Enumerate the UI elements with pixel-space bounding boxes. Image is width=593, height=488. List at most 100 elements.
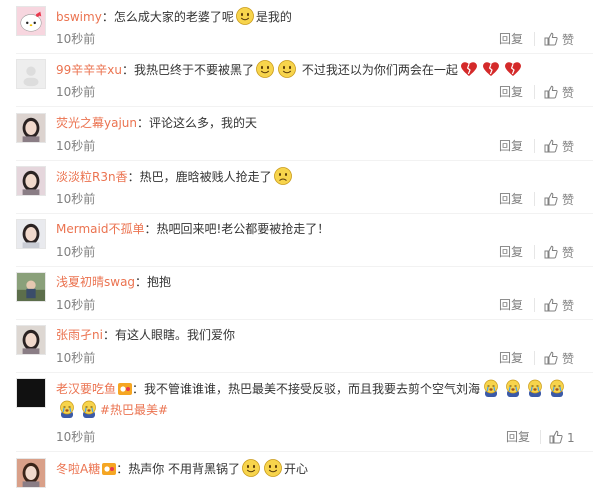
avatar[interactable] — [16, 219, 46, 249]
smile-face-icon — [241, 458, 261, 478]
avatar[interactable] — [16, 6, 46, 36]
comment-text: ：我不管谁谁谁，热巴最美不接受反驳，而且我要去剪个空气刘海 — [132, 382, 481, 396]
comment-text: ：抱抱 — [135, 275, 172, 289]
like-count: 1 — [567, 431, 575, 445]
thumbs-up-icon — [544, 139, 558, 153]
username-link[interactable]: 淡淡粒R3n香 — [56, 170, 128, 184]
comment-text: 不过我还以为你们两会在一起 — [298, 63, 458, 77]
comment-text: 开心 — [284, 462, 309, 476]
thumbs-up-icon — [544, 245, 558, 259]
username-link[interactable]: 99辛辛辛xu — [56, 63, 122, 77]
like-label: 赞 — [562, 140, 575, 154]
timestamp: 10秒前 — [56, 245, 96, 259]
comment-divider — [16, 451, 593, 452]
thumbs-up-icon — [544, 298, 558, 312]
like-button[interactable]: 赞 — [544, 85, 574, 100]
comment-text: ：我热巴终于不要被黑了 — [121, 63, 254, 77]
like-button[interactable]: 赞 — [544, 298, 574, 313]
username-link[interactable]: bswimy — [56, 10, 102, 24]
divider-line — [540, 430, 541, 444]
like-button[interactable]: 赞 — [544, 192, 574, 207]
divider-line — [534, 139, 535, 153]
like-button[interactable]: 赞 — [544, 139, 574, 154]
thumbs-up-icon — [544, 32, 558, 46]
like-button[interactable]: 赞 — [544, 32, 574, 47]
like-button[interactable]: 1 — [549, 430, 575, 445]
crying-face-icon — [547, 378, 567, 398]
broken-heart-icon — [481, 59, 501, 79]
comment-body: Mermaid不孤单：热吧回来吧!老公都要被抢走了！ — [56, 219, 576, 239]
vip-badge-icon — [118, 383, 133, 395]
comment-body: 张雨孑ni：有这人眼瞎。我们爱你 — [56, 325, 576, 345]
timestamp: 10秒前 — [56, 85, 96, 99]
comment-divider — [16, 319, 593, 320]
avatar[interactable] — [16, 59, 46, 89]
reply-button[interactable]: 回复 — [499, 32, 523, 46]
comment-body: 99辛辛辛xu：我热巴终于不要被黑了 不过我还以为你们两会在一起 — [56, 59, 576, 80]
reply-button[interactable]: 回复 — [499, 192, 523, 206]
comment-feed: bswimy：怎么成大家的老婆了呢 是我的 10秒前 回复赞 99辛辛辛xu：我热巴终于… — [0, 0, 593, 488]
comment-body: bswimy：怎么成大家的老婆了呢 是我的 — [56, 6, 576, 27]
avatar[interactable] — [16, 166, 46, 196]
comment-text: ：热声你 不用背黑锅了 — [116, 462, 241, 476]
like-button[interactable]: 赞 — [544, 351, 574, 366]
broken-heart-icon — [503, 59, 523, 79]
username-link[interactable]: 老汉要吃鱼 — [56, 382, 116, 396]
comment-text: ：热巴，鹿晗被贱人抢走了 — [127, 170, 272, 184]
crying-face-icon — [481, 378, 501, 398]
reply-button[interactable]: 回复 — [506, 430, 530, 444]
avatar[interactable] — [16, 325, 46, 355]
timestamp: 10秒前 — [56, 430, 96, 444]
timestamp: 10秒前 — [56, 192, 96, 206]
thumbs-up-icon — [549, 430, 563, 444]
comment-body: 淡淡粒R3n香：热巴，鹿晗被贱人抢走了 — [56, 166, 576, 187]
username-link[interactable]: 荧光之幕yajun — [56, 116, 137, 130]
comment-line: 淡淡粒R3n香：热巴，鹿晗被贱人抢走了 — [56, 166, 576, 187]
like-label: 赞 — [562, 86, 575, 100]
reply-button[interactable]: 回复 — [499, 85, 523, 99]
reply-button[interactable]: 回复 — [499, 298, 523, 312]
username-link[interactable]: 冬啦A糖 — [56, 462, 100, 476]
reply-button[interactable]: 回复 — [499, 245, 523, 259]
like-label: 赞 — [562, 352, 575, 366]
reply-button[interactable]: 回复 — [499, 351, 523, 365]
username-link[interactable]: 浅夏初晴swag — [56, 275, 135, 289]
crying-face-icon — [57, 399, 77, 419]
username-link[interactable]: Mermaid不孤单 — [56, 222, 144, 236]
comment-line: 荧光之幕yajun：评论这么多，我的天 — [56, 113, 576, 133]
comment-divider — [16, 372, 593, 373]
hashtag-link[interactable]: #热巴最美# — [100, 403, 168, 417]
comment-line: 浅夏初晴swag：抱抱 — [56, 272, 576, 292]
timestamp: 10秒前 — [56, 32, 96, 46]
comment-divider — [16, 213, 593, 214]
thumbs-up-icon — [544, 192, 558, 206]
timestamp: 10秒前 — [56, 351, 96, 365]
comment-text: 是我的 — [255, 10, 292, 24]
comment-line: bswimy：怎么成大家的老婆了呢 是我的 — [56, 6, 576, 27]
comment-divider — [16, 106, 593, 107]
smile-face-icon — [277, 59, 297, 79]
comment-divider — [16, 266, 593, 267]
avatar[interactable] — [16, 378, 46, 408]
comment-body: 浅夏初晴swag：抱抱 — [56, 272, 576, 292]
username-link[interactable]: 张雨孑ni — [56, 328, 103, 342]
comment-text: ：怎么成大家的老婆了呢 — [101, 10, 234, 24]
divider-line — [534, 192, 535, 206]
thumbs-up-icon — [544, 351, 558, 365]
star-badge-icon — [102, 463, 117, 475]
smile-face-icon — [235, 6, 255, 26]
reply-button[interactable]: 回复 — [499, 139, 523, 153]
crying-face-icon — [503, 378, 523, 398]
like-button[interactable]: 赞 — [544, 245, 574, 260]
avatar[interactable] — [16, 272, 46, 302]
avatar[interactable] — [16, 458, 46, 488]
crying-face-icon — [79, 399, 99, 419]
divider-line — [534, 298, 535, 312]
comment-text: ：评论这么多，我的天 — [137, 116, 258, 130]
avatar[interactable] — [16, 113, 46, 143]
smile-face-icon — [255, 59, 275, 79]
comment-line: 99辛辛辛xu：我热巴终于不要被黑了 不过我还以为你们两会在一起 — [56, 59, 576, 80]
comment-line: 老汉要吃鱼 ：我不管谁谁谁，热巴最美不接受反驳，而且我要去剪个空气刘海 #热巴最美# — [56, 378, 576, 420]
smile-face-icon — [263, 458, 283, 478]
timestamp: 10秒前 — [56, 298, 96, 312]
